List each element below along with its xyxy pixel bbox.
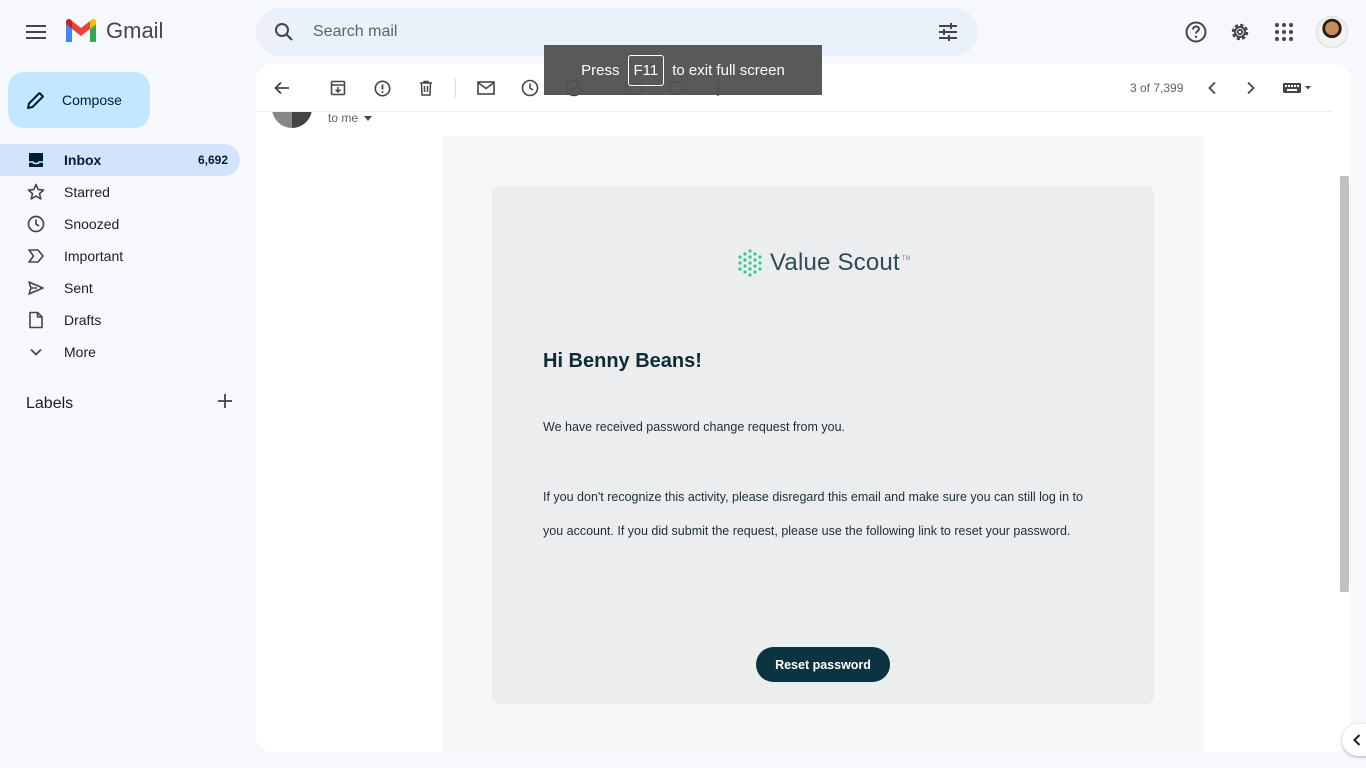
chevron-left-icon[interactable] [1196, 72, 1228, 104]
sidebar-item-sent[interactable]: Sent [0, 272, 240, 304]
mark-unread-icon[interactable] [470, 72, 502, 104]
toolbar-divider [455, 78, 456, 98]
main-menu-button[interactable] [20, 16, 52, 48]
send-icon [26, 278, 46, 298]
sidebar-item-label: Important [64, 248, 124, 264]
email-paragraph-1: We have received password change request… [543, 420, 846, 434]
unread-count: 6,692 [197, 153, 228, 167]
value-scout-dots-icon [738, 249, 762, 277]
sidebar-item-starred[interactable]: Starred [0, 176, 240, 208]
message-view: 3 of 7,399 to me Value Scout TM Hi Benny… [256, 64, 1350, 752]
sidebar-item-label: Snoozed [64, 216, 120, 232]
search-input[interactable]: Search mail [313, 23, 936, 41]
email-paragraph-2: If you don't recognize this activity, pl… [543, 490, 1083, 538]
toast-text-after: to exit full screen [672, 61, 785, 79]
hamburger-icon [26, 25, 46, 39]
pagination-text: 3 of 7,399 [1130, 81, 1184, 95]
star-icon [26, 182, 46, 202]
sidebar-item-label: More [64, 344, 96, 360]
toast-text-before: Press [581, 61, 620, 79]
top-right-actions [1168, 16, 1348, 48]
labels-header: Labels [26, 394, 232, 413]
email-body: Value Scout TM Hi Benny Beans! We have r… [442, 136, 1204, 752]
labels-title: Labels [26, 394, 74, 412]
sidebar-item-inbox[interactable]: Inbox 6,692 [0, 144, 240, 176]
sidebar-item-more[interactable]: More [0, 336, 240, 368]
snooze-clock-icon[interactable] [514, 72, 546, 104]
account-avatar[interactable] [1316, 16, 1348, 48]
caret-down-icon [364, 115, 373, 121]
sidebar-item-drafts[interactable]: Drafts [0, 304, 240, 336]
sidebar-item-label: Inbox [64, 152, 102, 168]
sidebar-item-label: Starred [64, 184, 110, 200]
fullscreen-toast: Press F11 to exit full screen [544, 45, 822, 95]
chevron-left-icon [1353, 734, 1361, 746]
apps-grid-icon[interactable] [1268, 16, 1300, 48]
chevron-down-icon [26, 342, 46, 362]
to-me-label: to me [328, 111, 359, 125]
email-card: Value Scout TM Hi Benny Beans! We have r… [492, 186, 1154, 704]
side-panel-toggle[interactable] [1342, 724, 1366, 756]
brand-name: Value Scout [770, 249, 900, 276]
compose-button[interactable]: Compose [8, 72, 150, 128]
report-spam-icon[interactable] [366, 72, 398, 104]
add-label-plus-icon[interactable] [218, 394, 232, 413]
search-icon[interactable] [272, 20, 296, 44]
sidebar-nav: Inbox 6,692 Starred Snoozed Important Se… [0, 144, 256, 368]
compose-label: Compose [62, 92, 122, 108]
trash-icon[interactable] [410, 72, 442, 104]
settings-gear-icon[interactable] [1224, 16, 1256, 48]
sidebar-item-snoozed[interactable]: Snoozed [0, 208, 240, 240]
pencil-icon [27, 92, 44, 109]
help-icon[interactable] [1180, 16, 1212, 48]
reset-password-button[interactable]: Reset password [756, 647, 890, 682]
sidebar-item-label: Drafts [64, 312, 102, 328]
brand-trademark: TM [901, 256, 911, 262]
keyboard-input-icon[interactable] [1278, 72, 1318, 104]
draft-icon [26, 310, 46, 330]
sidebar-item-label: Sent [64, 280, 93, 296]
back-arrow-icon[interactable] [266, 72, 298, 104]
clock-icon [26, 214, 46, 234]
gmail-m-icon [66, 18, 96, 42]
brand-logo: Value Scout TM [736, 248, 911, 278]
scrollbar-thumb[interactable] [1340, 176, 1349, 592]
toast-key: F11 [627, 54, 665, 86]
chevron-right-icon[interactable] [1235, 72, 1267, 104]
sidebar-item-important[interactable]: Important [0, 240, 240, 272]
gmail-logo[interactable]: Gmail [64, 18, 163, 44]
app-name: Gmail [106, 18, 164, 43]
recipient-details[interactable]: to me [328, 111, 373, 125]
search-options-icon[interactable] [936, 20, 960, 44]
email-greeting: Hi Benny Beans! [543, 350, 702, 372]
inbox-icon [26, 150, 46, 170]
important-icon [26, 246, 46, 266]
archive-icon[interactable] [322, 72, 354, 104]
